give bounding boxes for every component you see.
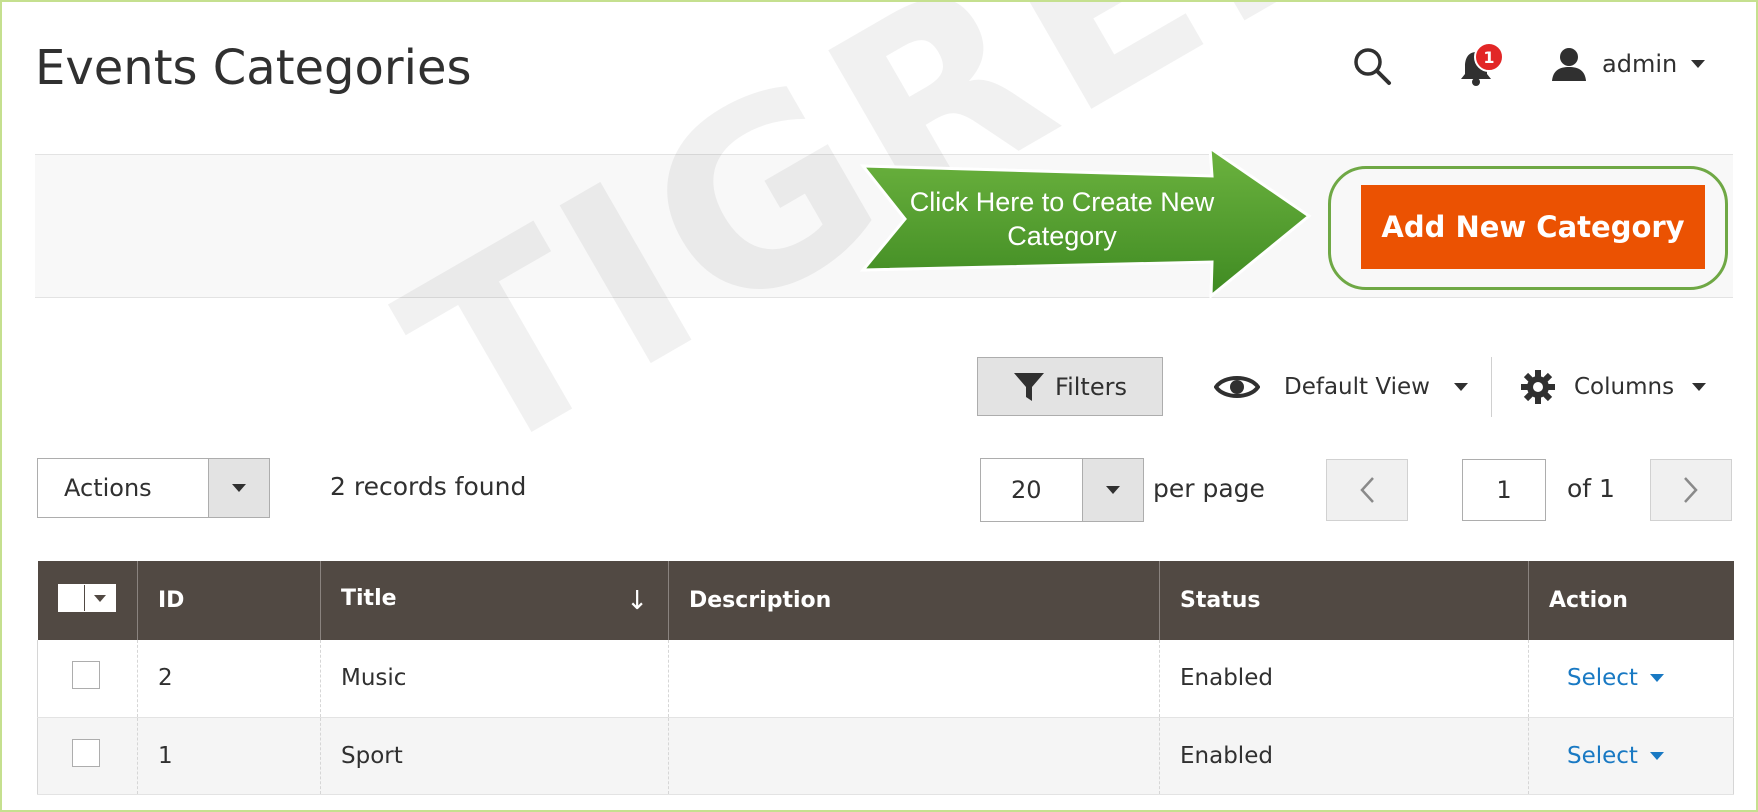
view-label: Default View bbox=[1284, 374, 1430, 400]
table-row: 2 Music Enabled Select bbox=[37, 640, 1734, 718]
row-checkbox[interactable] bbox=[72, 738, 100, 767]
current-page-input[interactable] bbox=[1462, 459, 1546, 521]
notification-badge: 1 bbox=[1474, 42, 1504, 72]
cell-id: 1 bbox=[137, 717, 321, 795]
mass-actions-toggle[interactable] bbox=[208, 459, 269, 517]
mass-select-control[interactable] bbox=[57, 584, 116, 612]
caret-down-icon bbox=[1692, 383, 1707, 391]
default-view-dropdown[interactable]: Default View bbox=[1214, 362, 1468, 412]
cell-action: Select bbox=[1528, 717, 1734, 795]
row-checkbox[interactable] bbox=[72, 661, 100, 690]
column-header-description[interactable]: Description bbox=[668, 561, 1160, 640]
caret-down-icon bbox=[1453, 383, 1468, 391]
callout-text: Click Here to Create New Category bbox=[909, 187, 1215, 251]
filters-label: Filters bbox=[1055, 372, 1127, 401]
add-new-category-button[interactable]: Add New Category bbox=[1361, 185, 1705, 269]
per-page-select[interactable]: 20 bbox=[980, 458, 1144, 522]
mass-actions-label: Actions bbox=[64, 474, 152, 502]
columns-dropdown[interactable]: Columns bbox=[1520, 362, 1707, 412]
per-page-value: 20 bbox=[1011, 476, 1042, 504]
row-action-label: Select bbox=[1567, 665, 1638, 692]
cell-status: Enabled bbox=[1159, 640, 1529, 718]
toolbar-divider bbox=[1491, 357, 1492, 417]
cell-title: Sport bbox=[320, 717, 669, 795]
next-page-button[interactable] bbox=[1650, 459, 1732, 521]
per-page-toggle[interactable] bbox=[1082, 459, 1143, 521]
admin-username: admin bbox=[1602, 50, 1678, 78]
caret-down-icon bbox=[1106, 486, 1120, 494]
mass-select-header[interactable] bbox=[37, 561, 138, 640]
mass-actions-dropdown[interactable]: Actions bbox=[37, 458, 270, 518]
table-row: 1 Sport Enabled Select bbox=[37, 717, 1734, 795]
cell-title: Music bbox=[320, 640, 669, 718]
column-header-action: Action bbox=[1528, 561, 1734, 640]
filters-button[interactable]: Filters bbox=[977, 357, 1163, 416]
grid-header-row: ID Title ↓ Description Status Action bbox=[37, 561, 1734, 640]
cell-description bbox=[668, 640, 1160, 718]
caret-down-icon bbox=[1691, 60, 1706, 68]
row-select-cell bbox=[37, 717, 138, 795]
categories-grid: ID Title ↓ Description Status Action 2 M… bbox=[37, 561, 1734, 795]
column-header-title[interactable]: Title ↓ bbox=[320, 561, 669, 640]
sort-down-arrow-icon: ↓ bbox=[626, 585, 648, 616]
search-button[interactable] bbox=[1350, 44, 1394, 88]
cell-id: 2 bbox=[137, 640, 321, 718]
caret-down-icon bbox=[94, 594, 106, 602]
cell-status: Enabled bbox=[1159, 717, 1529, 795]
filter-icon bbox=[1014, 372, 1045, 401]
row-action-label: Select bbox=[1567, 742, 1638, 769]
row-action-select[interactable]: Select bbox=[1567, 665, 1664, 691]
row-action-select[interactable]: Select bbox=[1567, 743, 1664, 769]
chevron-left-icon bbox=[1360, 477, 1374, 503]
row-select-cell bbox=[37, 640, 138, 718]
app-frame: Events Categories 1 admin TIGREN bbox=[0, 0, 1758, 812]
records-found: 2 records found bbox=[330, 472, 527, 501]
eye-icon bbox=[1214, 376, 1260, 398]
column-header-status[interactable]: Status bbox=[1159, 561, 1529, 640]
page-title: Events Categories bbox=[35, 40, 472, 96]
user-icon bbox=[1552, 48, 1586, 81]
search-icon bbox=[1354, 48, 1391, 85]
gear-icon bbox=[1521, 370, 1555, 404]
caret-down-icon bbox=[232, 484, 246, 492]
caret-down-icon bbox=[1649, 751, 1664, 760]
column-header-id[interactable]: ID bbox=[137, 561, 321, 640]
mass-select-checkbox[interactable] bbox=[57, 585, 85, 611]
previous-page-button[interactable] bbox=[1326, 459, 1408, 521]
column-header-title-label: Title bbox=[341, 585, 397, 611]
page-total: of 1 bbox=[1567, 474, 1615, 503]
chevron-right-icon bbox=[1684, 477, 1698, 503]
cell-action: Select bbox=[1528, 640, 1734, 718]
columns-label: Columns bbox=[1574, 374, 1675, 400]
cell-description bbox=[668, 717, 1160, 795]
mass-select-caret[interactable] bbox=[85, 594, 116, 603]
admin-user-menu[interactable]: admin bbox=[1550, 42, 1706, 86]
per-page-label: per page bbox=[1153, 474, 1265, 503]
caret-down-icon bbox=[1649, 674, 1664, 683]
